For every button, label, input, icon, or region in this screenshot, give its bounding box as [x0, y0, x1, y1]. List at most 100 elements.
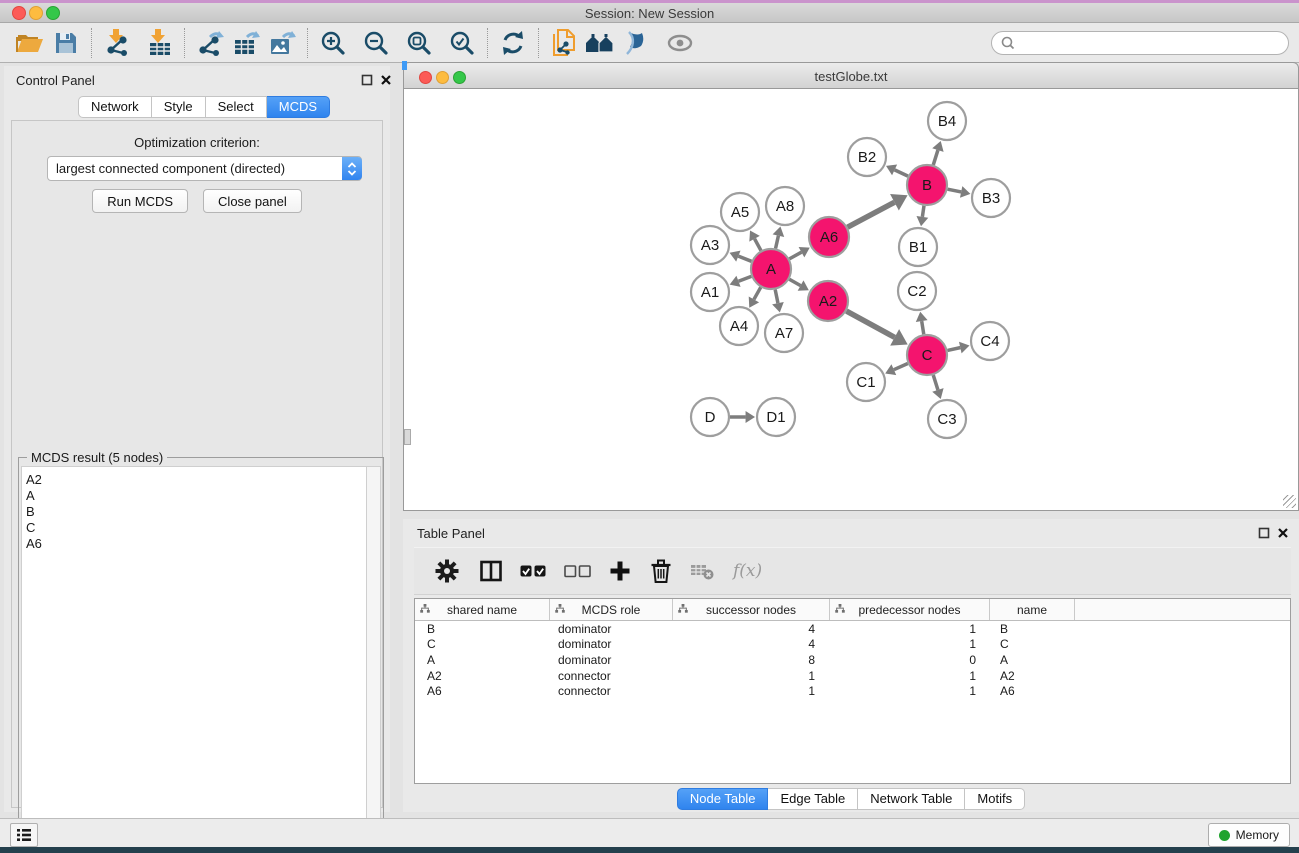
export-table-button[interactable]	[228, 26, 264, 60]
optimization-criterion-dropdown[interactable]: largest connected component (directed)	[47, 156, 362, 181]
close-panel-icon[interactable]	[380, 74, 392, 86]
tab-select[interactable]: Select	[206, 96, 267, 118]
table-tab-node-table[interactable]: Node Table	[677, 788, 769, 810]
zoom-out-button[interactable]	[358, 26, 394, 60]
zoom-in-button[interactable]	[315, 26, 351, 60]
result-item[interactable]: A	[22, 488, 369, 504]
delete-column-button[interactable]	[649, 558, 673, 584]
graph-edge-A2-C[interactable]	[846, 311, 894, 337]
graph-edge-B-B3[interactable]	[948, 189, 962, 192]
table-row-a2[interactable]: A2connector11A2	[415, 668, 1290, 684]
network-window-titlebar[interactable]: testGlobe.txt	[403, 62, 1299, 89]
zoom-selected-button[interactable]	[444, 26, 480, 60]
deselect-all-columns-button[interactable]	[564, 562, 591, 580]
table-toolbar: f(x)	[414, 547, 1291, 595]
import-table-button[interactable]	[141, 26, 177, 60]
graph-node-label-B: B	[922, 177, 932, 194]
result-item[interactable]: C	[22, 520, 369, 536]
titlebar[interactable]: Session: New Session	[0, 3, 1299, 23]
float-panel-icon[interactable]	[361, 74, 373, 86]
network-window: testGlobe.txt B4B2BB3A8A5A6A3B1AC2A1A2A4…	[403, 62, 1299, 511]
result-item[interactable]: B	[22, 504, 369, 520]
graph-edge-A-A4[interactable]	[754, 287, 761, 299]
table-cell: 1	[830, 669, 990, 683]
result-item[interactable]: A2	[22, 472, 369, 488]
column-header-predecessor-nodes[interactable]: predecessor nodes	[830, 599, 990, 620]
float-panel-icon[interactable]	[1258, 527, 1270, 539]
save-session-button[interactable]	[48, 26, 84, 60]
graph-edge-A6-B[interactable]	[848, 202, 895, 227]
divider-handle[interactable]	[404, 429, 411, 445]
column-header-successor-nodes[interactable]: successor nodes	[673, 599, 830, 620]
table-row-c[interactable]: Cdominator41C	[415, 637, 1290, 653]
mcds-buttons-row: Run MCDS Close panel	[12, 189, 382, 213]
graph-edge-B-B1[interactable]	[922, 206, 924, 217]
graph-edge-A-A5[interactable]	[755, 239, 761, 251]
result-item[interactable]: A6	[22, 536, 369, 552]
delete-table-button[interactable]	[690, 561, 716, 581]
task-history-button[interactable]	[10, 823, 38, 847]
table-tab-motifs[interactable]: Motifs	[965, 788, 1025, 810]
network-canvas[interactable]: B4B2BB3A8A5A6A3B1AC2A1A2A4A7C4CC1DD1C3	[403, 89, 1299, 511]
graph-node-label-C3: C3	[937, 411, 956, 428]
close-panel-button[interactable]: Close panel	[203, 189, 302, 213]
search-input[interactable]	[1019, 33, 1288, 53]
tab-style[interactable]: Style	[152, 96, 206, 118]
table-cell: A6	[990, 684, 1075, 698]
function-builder-button[interactable]: f(x)	[733, 561, 762, 581]
table-row-a6[interactable]: A6connector11A6	[415, 683, 1290, 699]
graph-edge-B-B4[interactable]	[933, 150, 938, 165]
mcds-result-list[interactable]: A2ABCA6	[21, 466, 369, 853]
import-network-button[interactable]	[99, 26, 135, 60]
graph-edge-A-A7[interactable]	[775, 290, 778, 304]
table-tab-edge-table[interactable]: Edge Table	[768, 788, 858, 810]
table-cell: dominator	[550, 637, 673, 651]
zoom-fit-button[interactable]	[401, 26, 437, 60]
result-list-scrollbar[interactable]	[366, 466, 381, 853]
table-cell: 1	[830, 637, 990, 651]
graph-edge-A-A3[interactable]	[738, 256, 751, 261]
graph-edge-C-C1[interactable]	[894, 363, 908, 369]
show-graphics-details-button[interactable]	[662, 26, 698, 60]
show-all-networks-button[interactable]	[582, 26, 618, 60]
table-cell: A	[415, 653, 550, 667]
tab-network[interactable]: Network	[78, 96, 152, 118]
tab-mcds[interactable]: MCDS	[267, 96, 330, 118]
column-header-mcds-role[interactable]: MCDS role	[550, 599, 673, 620]
column-header-label: successor nodes	[706, 603, 796, 617]
graph-edge-A-A6[interactable]	[789, 252, 801, 259]
memory-button[interactable]: Memory	[1208, 823, 1290, 847]
column-layout-button[interactable]	[479, 559, 503, 583]
select-all-columns-button[interactable]	[520, 562, 547, 580]
search-box[interactable]	[991, 31, 1289, 55]
export-image-button[interactable]	[264, 26, 300, 60]
memory-label: Memory	[1236, 828, 1279, 842]
network-graph[interactable]: B4B2BB3A8A5A6A3B1AC2A1A2A4A7C4CC1DD1C3	[404, 89, 1298, 510]
graph-edge-A-A8[interactable]	[776, 236, 779, 249]
new-network-from-file-button[interactable]	[546, 26, 582, 60]
column-header-name[interactable]: name	[990, 599, 1075, 620]
hide-graphics-details-button[interactable]	[618, 26, 654, 60]
run-mcds-button[interactable]: Run MCDS	[92, 189, 188, 213]
column-header-shared-name[interactable]: shared name	[415, 599, 550, 620]
table-row-a[interactable]: Adominator80A	[415, 652, 1290, 668]
graph-node-label-B1: B1	[909, 239, 927, 256]
toolbar-separator	[307, 28, 308, 58]
graph-edge-A-A2[interactable]	[789, 279, 800, 285]
resize-grip-icon[interactable]	[1283, 495, 1296, 508]
create-column-button[interactable]	[608, 559, 632, 583]
graph-edge-C-C2[interactable]	[922, 321, 924, 334]
refresh-button[interactable]	[495, 26, 531, 60]
graph-edge-C-C3[interactable]	[933, 375, 938, 390]
table-tabs: Node TableEdge TableNetwork TableMotifs	[403, 788, 1299, 810]
open-session-button[interactable]	[12, 26, 48, 60]
close-panel-icon[interactable]	[1277, 527, 1289, 539]
table-row-b[interactable]: Bdominator41B	[415, 621, 1290, 637]
export-network-button[interactable]	[192, 26, 228, 60]
graph-edge-B-B2[interactable]	[895, 170, 908, 176]
table-settings-button[interactable]	[435, 559, 459, 583]
graph-edge-C-C4[interactable]	[947, 348, 960, 351]
table-tab-network-table[interactable]: Network Table	[858, 788, 965, 810]
table-cell: 0	[830, 653, 990, 667]
graph-edge-A-A1[interactable]	[738, 276, 751, 281]
